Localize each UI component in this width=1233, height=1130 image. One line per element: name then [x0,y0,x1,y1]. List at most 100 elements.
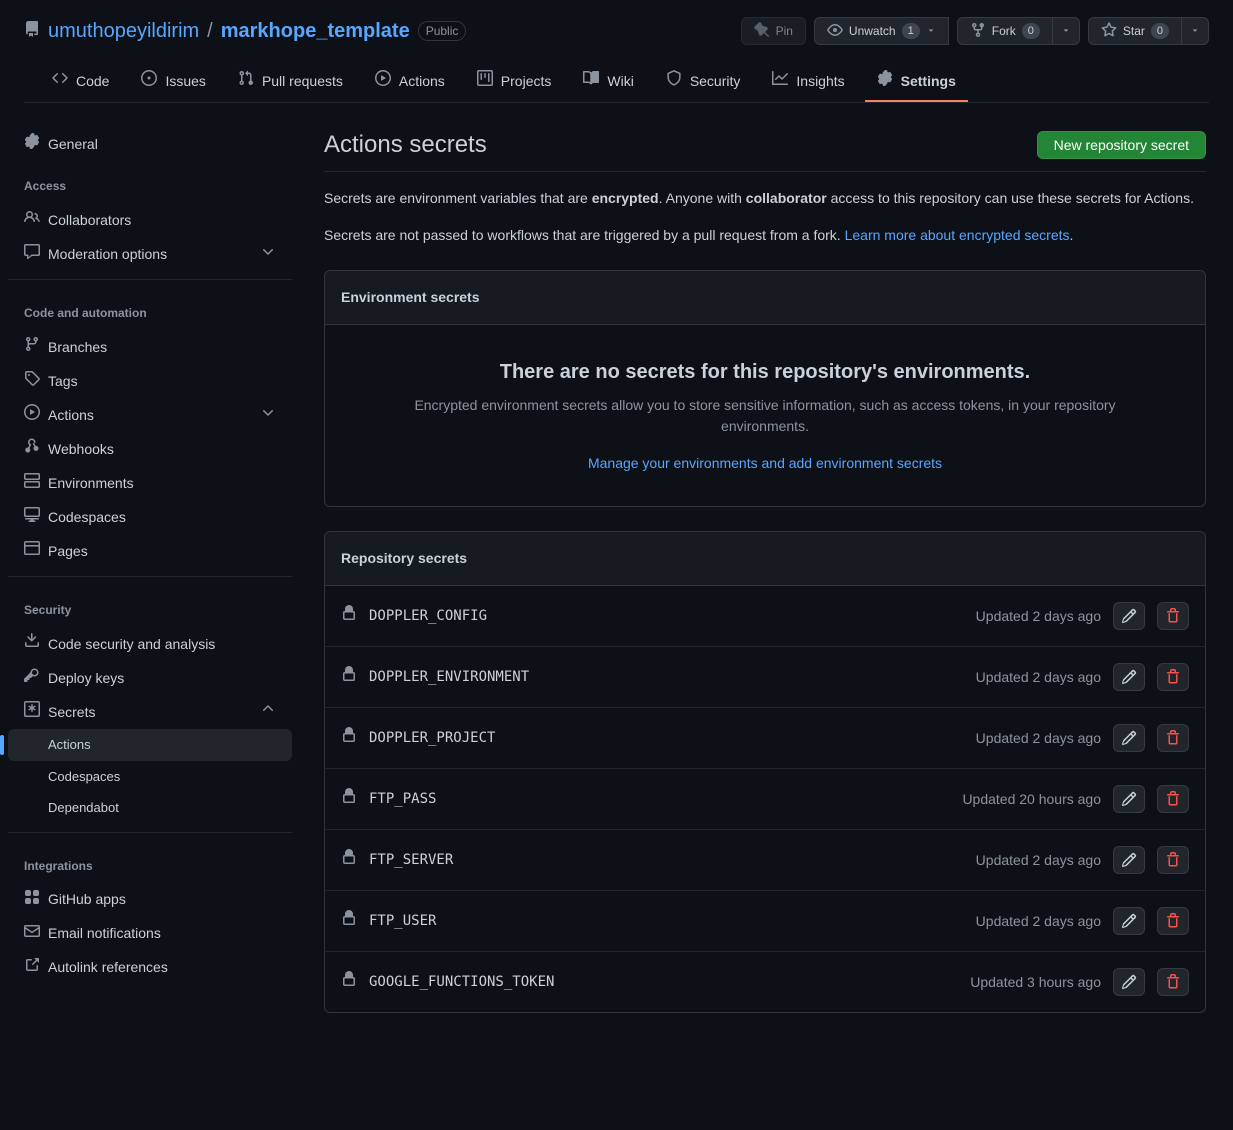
visibility-badge: Public [418,21,467,41]
sidebar-item-secrets-codespaces[interactable]: Codespaces [8,761,292,793]
tab-label: Settings [901,71,956,92]
repo-name-link[interactable]: markhope_template [221,16,410,46]
fork-icon [970,22,986,41]
tab-pulls[interactable]: Pull requests [226,62,355,102]
tab-wiki[interactable]: Wiki [571,62,645,102]
pin-button[interactable]: Pin [741,17,806,45]
delete-secret-button[interactable] [1157,846,1189,874]
gear-icon [24,133,40,155]
scan-icon [24,633,40,655]
tab-label: Pull requests [262,71,343,92]
secret-row: DOPPLER_PROJECT Updated 2 days ago [325,707,1205,768]
learn-more-link[interactable]: Learn more about encrypted secrets [845,227,1070,243]
sidebar-item-ghapps[interactable]: GitHub apps [8,883,292,917]
secret-updated: Updated 2 days ago [976,606,1101,627]
pr-icon [238,70,254,92]
delete-secret-button[interactable] [1157,785,1189,813]
lock-icon [341,666,357,688]
dropdown-icon [926,24,936,38]
unwatch-button[interactable]: Unwatch 1 [814,17,949,45]
tab-insights[interactable]: Insights [760,62,856,102]
browser-icon [24,540,40,562]
issue-icon [141,70,157,92]
sidebar-label: Branches [48,337,107,358]
sidebar-item-secrets-actions[interactable]: Actions [8,729,292,761]
sidebar-item-actions[interactable]: Actions [8,398,292,432]
delete-secret-button[interactable] [1157,968,1189,996]
tab-code[interactable]: Code [40,62,121,102]
sidebar-label: Codespaces [48,507,126,528]
sidebar-heading-access: Access [8,161,292,203]
secret-updated: Updated 2 days ago [976,667,1101,688]
edit-secret-button[interactable] [1113,785,1145,813]
sidebar-item-deploykeys[interactable]: Deploy keys [8,661,292,695]
tab-label: Insights [796,71,844,92]
sidebar-heading-code: Code and automation [8,288,292,330]
edit-secret-button[interactable] [1113,602,1145,630]
tab-issues[interactable]: Issues [129,62,217,102]
secret-row: DOPPLER_ENVIRONMENT Updated 2 days ago [325,646,1205,707]
sidebar-heading-security: Security [8,585,292,627]
star-dropdown[interactable] [1182,17,1209,45]
sidebar-item-codesec[interactable]: Code security and analysis [8,627,292,661]
repo-owner-link[interactable]: umuthopeyildirim [48,16,199,46]
sidebar-item-tags[interactable]: Tags [8,364,292,398]
sidebar-item-general[interactable]: General [8,127,292,161]
tab-projects[interactable]: Projects [465,62,564,102]
fork-button[interactable]: Fork 0 [957,17,1053,45]
chevron-down-icon [260,243,276,265]
sidebar-item-collaborators[interactable]: Collaborators [8,203,292,237]
watch-count: 1 [902,23,920,39]
secret-updated: Updated 2 days ago [976,911,1101,932]
tab-actions[interactable]: Actions [363,62,457,102]
delete-secret-button[interactable] [1157,663,1189,691]
sidebar-label: Actions [48,405,94,426]
secret-row: FTP_SERVER Updated 2 days ago [325,829,1205,890]
delete-secret-button[interactable] [1157,907,1189,935]
sidebar-item-email[interactable]: Email notifications [8,917,292,951]
edit-secret-button[interactable] [1113,907,1145,935]
edit-secret-button[interactable] [1113,968,1145,996]
secret-updated: Updated 20 hours ago [962,789,1101,810]
repo-title: umuthopeyildirim / markhope_template Pub… [24,16,466,46]
repo-sep: / [207,16,213,46]
manage-environments-link[interactable]: Manage your environments and add environ… [588,455,942,471]
sidebar-label: Collaborators [48,210,131,231]
secret-updated: Updated 3 hours ago [970,972,1101,993]
tab-security[interactable]: Security [654,62,753,102]
edit-secret-button[interactable] [1113,663,1145,691]
star-icon [1101,22,1117,41]
sidebar-item-codespaces[interactable]: Codespaces [8,500,292,534]
repository-secrets-panel: Repository secrets DOPPLER_CONFIG Update… [324,531,1206,1013]
fork-dropdown[interactable] [1053,17,1080,45]
sidebar-item-pages[interactable]: Pages [8,534,292,568]
new-secret-button[interactable]: New repository secret [1037,131,1206,159]
server-icon [24,472,40,494]
secret-name: FTP_PASS [369,789,436,810]
sidebar-label: Pages [48,541,88,562]
sidebar-item-secrets[interactable]: Secrets [8,695,292,729]
edit-secret-button[interactable] [1113,846,1145,874]
sidebar-item-moderation[interactable]: Moderation options [8,237,292,271]
environment-secrets-panel: Environment secrets There are no secrets… [324,270,1206,507]
secret-updated: Updated 2 days ago [976,850,1101,871]
sidebar-item-environments[interactable]: Environments [8,466,292,500]
delete-secret-button[interactable] [1157,602,1189,630]
env-empty-desc: Encrypted environment secrets allow you … [405,395,1125,437]
pin-icon [754,22,770,41]
tag-icon [24,370,40,392]
gear-icon [877,70,893,92]
secret-row: DOPPLER_CONFIG Updated 2 days ago [325,586,1205,646]
sidebar-label: Secrets [48,702,95,723]
sidebar-item-autolink[interactable]: Autolink references [8,951,292,985]
repo-secrets-header: Repository secrets [325,532,1205,586]
tab-settings[interactable]: Settings [865,62,968,102]
sidebar-item-webhooks[interactable]: Webhooks [8,432,292,466]
sidebar-item-secrets-dependabot[interactable]: Dependabot [8,792,292,824]
sidebar-item-branches[interactable]: Branches [8,330,292,364]
edit-secret-button[interactable] [1113,724,1145,752]
star-button[interactable]: Star 0 [1088,17,1182,45]
secret-name: GOOGLE_FUNCTIONS_TOKEN [369,972,554,993]
delete-secret-button[interactable] [1157,724,1189,752]
sidebar-label: Moderation options [48,244,167,265]
